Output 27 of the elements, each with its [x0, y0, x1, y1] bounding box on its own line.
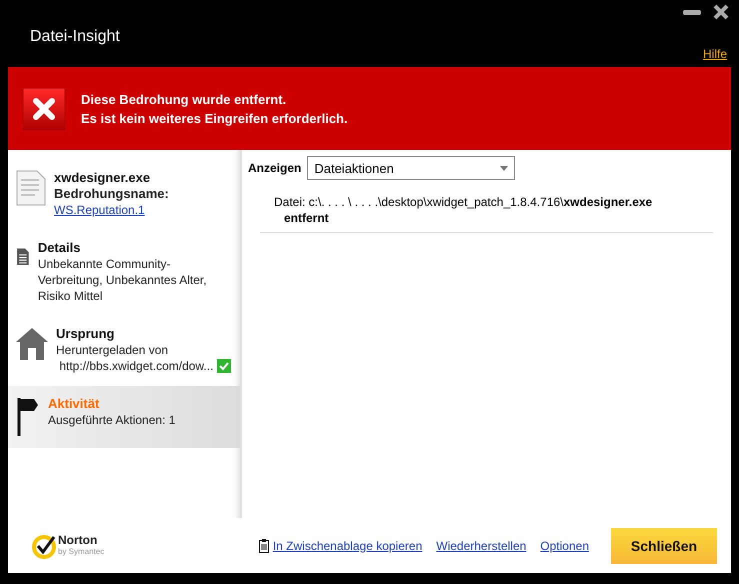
- footer-link[interactable]: In Zwischenablage kopieren: [272, 538, 422, 552]
- status-message: Diese Bedrohung wurde entfernt. Es ist kein weiteres Eingreifen erforderlich.: [81, 90, 348, 128]
- footer-link[interactable]: Optionen: [540, 538, 589, 552]
- source-url: http://bbs.xwidget.com/dow...: [58, 358, 214, 374]
- sidebar-item[interactable]: Details Unbekannte Community-Verbreitung, Unbekanntes Alter, Risiko Mittel: [8, 230, 240, 316]
- show-dropdown[interactable]: Dateiaktionen: [307, 156, 516, 180]
- action-result: entfernt: [284, 210, 330, 226]
- item-description: Ausgeführte Aktionen: 1: [48, 412, 176, 428]
- close-button[interactable]: Schließen: [611, 528, 717, 564]
- file-path: Datei: c:\. . . . \ . . . .\desktop\xwidget_patch_1.8.4.716\xwdesigner.exe: [274, 194, 654, 210]
- threat-name-label: Bedrohungsname:: [54, 186, 169, 202]
- sidebar-item[interactable]: xwdesigner.exe Bedrohungsname: WS.Reputation.1: [8, 160, 240, 230]
- item-title: Aktivität: [48, 396, 100, 412]
- show-label: Anzeigen: [248, 161, 302, 175]
- item-description: Heruntergeladen von: [56, 342, 170, 358]
- brand-name: Norton: [58, 534, 98, 546]
- window-title: Datei-Insight: [30, 28, 120, 47]
- sidebar-item[interactable]: Ursprung Heruntergeladen von http://bbs.xwidget.com/dow...: [8, 316, 240, 386]
- threat-name-link[interactable]: WS.Reputation.1: [54, 202, 169, 218]
- footer-link[interactable]: Wiederherstellen: [436, 538, 526, 552]
- help-link[interactable]: Hilfe: [702, 47, 727, 61]
- item-description: Unbekannte Community-Verbreitung, Unbekanntes Alter, Risiko Mittel: [38, 256, 208, 304]
- item-title: xwdesigner.exe: [54, 170, 152, 186]
- item-title: Details: [38, 240, 82, 256]
- item-title: Ursprung: [56, 326, 116, 342]
- brand-byline: by Symantec: [58, 546, 104, 556]
- sidebar-item[interactable]: Aktivität Ausgeführte Aktionen: 1: [8, 386, 240, 448]
